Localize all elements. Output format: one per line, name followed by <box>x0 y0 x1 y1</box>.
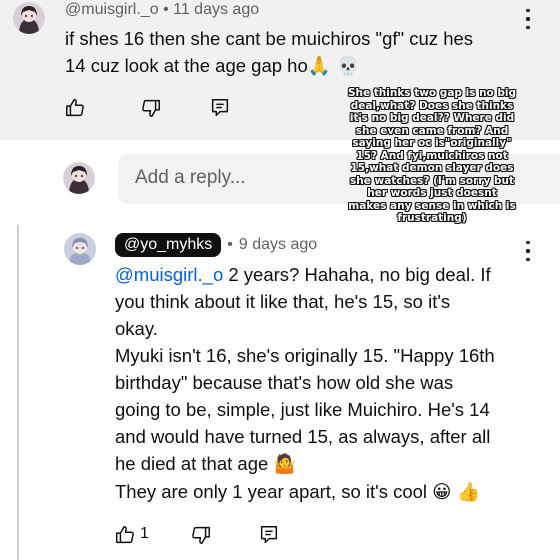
thumbs-down-icon[interactable] <box>140 97 162 119</box>
reply-comment-line: okay. <box>115 318 158 339</box>
parent-comment-line: if shes 16 then she cant be muichiros "g… <box>65 28 474 49</box>
reply-comment-line: Myuki isn't 16, she's originally 15. "Ha… <box>115 345 495 366</box>
overlay-line: saying her oc is"originally" <box>352 137 512 149</box>
reply-commenter-avatar[interactable] <box>64 233 96 265</box>
smile-thumbs-emoji: 😀 👍 <box>432 482 481 503</box>
parent-commenter-handle[interactable]: @muisgirl._o <box>65 1 159 18</box>
reply-comment-line: 2 years? Hahaha, no big deal. If <box>223 264 491 285</box>
reply-comment-line: birthday" because that's how old she was <box>115 372 454 393</box>
overlay-line: frustrating) <box>397 212 467 224</box>
reply-comment-line: and would have turned 15, as always, aft… <box>115 426 491 447</box>
parent-comment-meta: @muisgirl._o • 11 days ago <box>65 1 259 19</box>
overlay-line: she even came from? And <box>355 124 509 137</box>
reply-comment-icon[interactable] <box>258 524 280 546</box>
pray-skull-emoji: 🙏 💀 <box>307 56 360 77</box>
meta-separator: • <box>227 236 233 253</box>
overlay-line: her words just doesnt <box>367 187 497 199</box>
parent-comment-text: if shes 16 then she cant be muichiros "g… <box>65 25 535 80</box>
overlay-line: 15? And fyi,muichiros not <box>356 149 508 162</box>
reply-comment-line: They are only 1 year apart, so it's cool <box>115 481 428 502</box>
shrug-emoji: 🤷 <box>273 454 297 475</box>
reply-comment-line: going to be, simple, just like Muichiro.… <box>115 399 490 420</box>
overlay-line: 15,what demon slayer does <box>350 162 514 174</box>
reply-input-placeholder[interactable]: Add a reply... <box>135 167 246 189</box>
overlay-line: makes any sense in which is <box>348 199 516 212</box>
overlay-line: deal,what? Does she thinks <box>350 99 514 112</box>
parent-comment-line: 14 cuz look at the age gap ho <box>65 55 308 76</box>
current-user-avatar <box>63 162 95 194</box>
reply-comment-time[interactable]: 9 days ago <box>239 236 317 254</box>
mention-link[interactable]: @muisgirl._o <box>115 264 223 285</box>
meta-separator: • <box>163 1 169 18</box>
reply-comment-icon[interactable] <box>209 97 231 119</box>
parent-commenter-avatar[interactable] <box>13 2 45 34</box>
overlay-annotation: She thinks two gap is no big deal,what? … <box>343 87 521 225</box>
thumbs-down-icon[interactable] <box>190 524 212 546</box>
thumbs-up-icon[interactable] <box>64 97 86 119</box>
reply-comment-text: @muisgirl._o 2 years? Hahaha, no big dea… <box>115 261 555 506</box>
thread-line <box>17 225 19 560</box>
reply-comment-line: you think about it like that, he's 15, s… <box>115 291 451 312</box>
reply-comment-line: he died at that age <box>115 453 269 474</box>
reply-commenter-handle[interactable]: @yo_myhks <box>115 233 222 257</box>
reply-comment-meta: @yo_myhks • 9 days ago <box>115 233 317 257</box>
overlay-line: She thinks two gap is no big <box>347 87 517 99</box>
thumbs-up-icon[interactable] <box>114 524 136 546</box>
like-count: 1 <box>140 525 149 542</box>
parent-comment-time[interactable]: 11 days ago <box>173 1 259 18</box>
overlay-line: it's no big deal?? Where did <box>349 112 515 124</box>
overlay-line: she watches? (I'm sorry but <box>350 174 514 187</box>
